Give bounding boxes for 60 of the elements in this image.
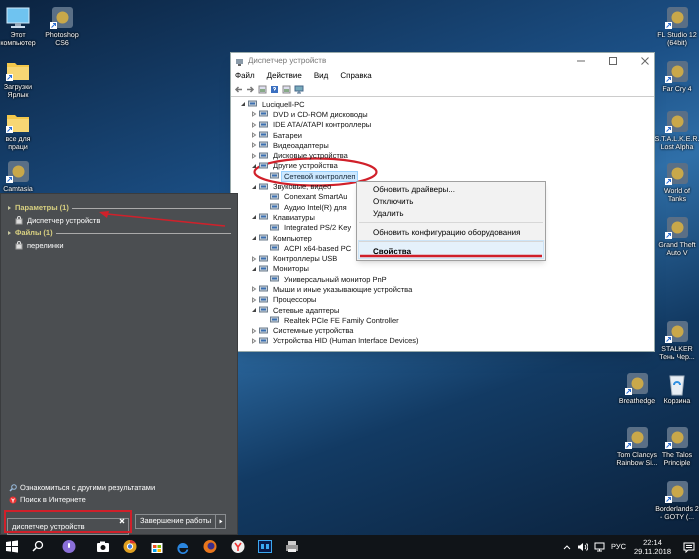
scan-monitor-icon[interactable] bbox=[294, 85, 304, 94]
app-shortcut-icon[interactable] bbox=[663, 318, 691, 345]
app-shortcut-icon[interactable] bbox=[623, 424, 651, 451]
app-shortcut-icon[interactable] bbox=[663, 424, 691, 451]
search-icon bbox=[9, 484, 17, 492]
window-title: Диспетчер устройств bbox=[248, 55, 328, 67]
expanded-arrow-icon[interactable] bbox=[251, 266, 257, 272]
app-shortcut-icon[interactable] bbox=[663, 58, 691, 85]
collapsed-arrow-icon[interactable] bbox=[251, 132, 257, 138]
maximize-icon[interactable] bbox=[608, 56, 618, 66]
speaker-icon[interactable] bbox=[576, 542, 588, 552]
context-menu-item[interactable]: Удалить bbox=[359, 208, 543, 220]
arrow-icon bbox=[218, 518, 223, 524]
context-menu-item[interactable]: Обновить конфигурацию оборудования bbox=[359, 222, 543, 239]
menu-item[interactable]: Действие bbox=[264, 70, 304, 82]
expanded-arrow-icon[interactable] bbox=[251, 235, 257, 241]
expanded-arrow-icon[interactable] bbox=[251, 184, 257, 190]
forward-arrow-icon[interactable] bbox=[246, 85, 255, 94]
back-arrow-icon[interactable] bbox=[234, 85, 243, 94]
collapsed-arrow-icon[interactable] bbox=[251, 122, 257, 128]
help-icon[interactable] bbox=[270, 85, 279, 94]
context-menu-item[interactable]: Обновить драйверы... bbox=[359, 184, 543, 196]
collapsed-arrow-icon[interactable] bbox=[251, 338, 257, 344]
expanded-arrow-icon[interactable] bbox=[251, 214, 257, 220]
camera-icon[interactable] bbox=[95, 539, 111, 554]
browser-icon bbox=[9, 496, 17, 504]
app-shortcut-icon[interactable] bbox=[663, 4, 691, 31]
expanded-arrow-icon[interactable] bbox=[251, 307, 257, 314]
app-shortcut-icon[interactable] bbox=[663, 214, 691, 241]
context-menu-item[interactable]: Отключить bbox=[359, 196, 543, 208]
chevron-up-icon[interactable] bbox=[562, 544, 571, 550]
printer-icon[interactable] bbox=[284, 539, 300, 554]
collapsed-arrow-icon[interactable] bbox=[251, 152, 257, 159]
notification-icon[interactable] bbox=[683, 542, 695, 552]
browser-circle-icon[interactable] bbox=[122, 539, 138, 554]
menu-item[interactable]: Файл bbox=[233, 70, 257, 82]
search-icon[interactable] bbox=[30, 539, 46, 554]
collapsed-arrow-icon[interactable] bbox=[251, 256, 257, 262]
collapsed-arrow-icon[interactable] bbox=[251, 328, 257, 334]
close-icon[interactable] bbox=[640, 56, 650, 66]
app-shortcut-icon[interactable] bbox=[623, 370, 651, 397]
expanded-arrow-icon[interactable] bbox=[251, 162, 257, 169]
expand-arrow-icon[interactable] bbox=[7, 205, 12, 211]
collapsed-arrow-icon[interactable] bbox=[251, 111, 257, 118]
expand-arrow-icon[interactable] bbox=[7, 230, 12, 236]
menu-item[interactable]: Вид bbox=[312, 70, 330, 82]
app-shortcut-icon[interactable] bbox=[663, 478, 691, 505]
app-shortcut-icon[interactable] bbox=[663, 160, 691, 187]
collapsed-arrow-icon[interactable] bbox=[251, 286, 257, 292]
collapsed-arrow-icon[interactable] bbox=[251, 296, 257, 303]
menu-item[interactable]: Справка bbox=[338, 70, 374, 82]
clear-icon[interactable] bbox=[119, 518, 125, 524]
app-shortcut-icon[interactable] bbox=[48, 4, 76, 31]
expanded-arrow-icon[interactable] bbox=[240, 101, 246, 108]
app-shortcut-icon[interactable] bbox=[663, 108, 691, 135]
start-icon[interactable] bbox=[4, 539, 20, 554]
collapsed-arrow-icon[interactable] bbox=[251, 142, 257, 148]
network-icon[interactable] bbox=[594, 542, 605, 552]
app-shortcut-icon[interactable] bbox=[4, 158, 32, 185]
letter-y-icon[interactable] bbox=[230, 539, 246, 554]
